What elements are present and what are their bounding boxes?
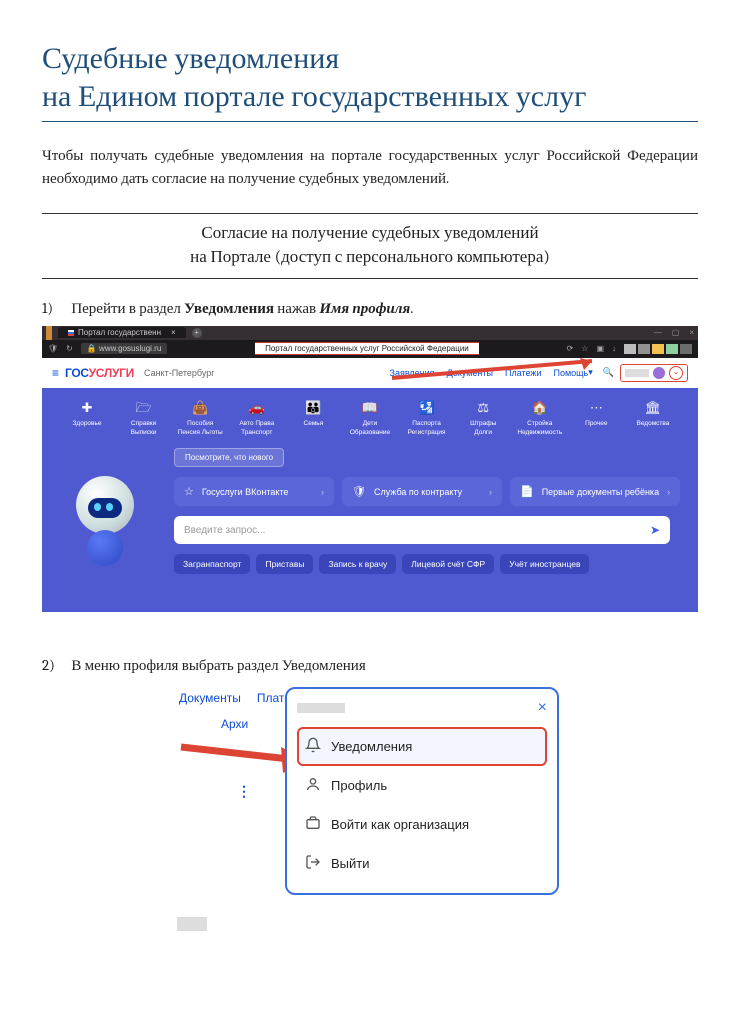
category-item[interactable]: 📖ДетиОбразование xyxy=(343,400,397,438)
search-input[interactable]: Введите запрос... ➤ xyxy=(174,516,670,544)
nav-link[interactable]: Платежи xyxy=(505,368,542,378)
quick-chip[interactable]: Приставы xyxy=(256,554,313,574)
category-item[interactable]: ✚Здоровье xyxy=(60,400,114,438)
more-icon[interactable]: ⋮ xyxy=(237,783,251,800)
menu-item-person[interactable]: Профиль xyxy=(297,766,547,805)
page-caption: Портал государственных услуг Российской … xyxy=(255,342,479,355)
category-item[interactable]: ⋯Прочее xyxy=(569,400,623,438)
site-logo[interactable]: ГОСУСЛУГИ xyxy=(65,366,134,380)
window-close-icon[interactable]: × xyxy=(689,328,694,337)
search-icon[interactable]: 🔍 xyxy=(603,367,614,378)
robot-mascot xyxy=(62,476,148,562)
person-icon xyxy=(305,776,321,795)
category-icon: 🚗 xyxy=(230,400,284,417)
profile-menu: × УведомленияПрофильВойти как организаци… xyxy=(285,687,559,895)
flag-icon xyxy=(68,330,74,336)
username-blur xyxy=(297,703,345,713)
category-item[interactable]: 🚗Авто ПраваТранспорт xyxy=(230,400,284,438)
browser-tab[interactable]: Портал государственн× xyxy=(58,327,186,338)
section-heading: Согласие на получение судебных уведомлен… xyxy=(42,213,698,279)
hamburger-icon[interactable]: ≡ xyxy=(52,366,59,380)
reload-icon[interactable]: ↻ xyxy=(66,344,73,353)
archive-link[interactable]: Архи xyxy=(221,717,248,731)
screenshot-2: ДокументыПлате Архи ⋮ × УведомленияПрофи… xyxy=(175,683,565,933)
step-1: 1) Перейти в раздел Уведомления нажав Им… xyxy=(42,299,698,318)
categories-row: ✚Здоровье🗁СправкиВыписки👜ПособияПенсия Л… xyxy=(42,388,698,442)
category-item[interactable]: 🗁СправкиВыписки xyxy=(117,400,171,438)
promo-card[interactable]: 📄Первые документы ребёнка› xyxy=(510,477,680,506)
step-2: 2) В меню профиля выбрать раздел Уведомл… xyxy=(42,656,698,675)
intro-paragraph: Чтобы получать судебные уведомления на п… xyxy=(42,144,698,189)
page-title: Судебные уведомления на Едином портале г… xyxy=(42,40,698,122)
new-tab-button[interactable]: + xyxy=(192,328,202,338)
card-icon: 🛡 xyxy=(352,485,366,498)
category-icon: 👜 xyxy=(173,400,227,417)
avatar-icon xyxy=(653,367,665,379)
category-item[interactable]: ⚖ШтрафыДолги xyxy=(456,400,510,438)
category-item[interactable]: 🏠СтройкаНедвижимость xyxy=(513,400,567,438)
quick-chip[interactable]: Лицевой счёт СФР xyxy=(402,554,494,574)
help-chevron-icon: ▾ xyxy=(588,367,593,378)
bell-icon xyxy=(305,737,321,756)
quick-chip[interactable]: Загранпаспорт xyxy=(174,554,250,574)
browser-titlebar: Портал государственн× + — ▢ × xyxy=(42,326,698,340)
close-icon[interactable]: × xyxy=(538,699,547,717)
site-header: ≡ ГОСУСЛУГИ Санкт-Петербург Заявления Док… xyxy=(42,358,698,388)
briefcase-icon xyxy=(305,815,321,834)
quick-chip[interactable]: Учёт иностранцев xyxy=(500,554,589,574)
menu-item-bell[interactable]: Уведомления xyxy=(297,727,547,766)
category-item[interactable]: 🛂ПаспортаРегистрация xyxy=(400,400,454,438)
menu-item-briefcase[interactable]: Войти как организация xyxy=(297,805,547,844)
chevron-down-icon: ⌄ xyxy=(669,366,683,380)
card-icon: 📄 xyxy=(520,485,534,498)
screenshot-1: Портал государственн× + — ▢ × 🛡 ↻ 🔒 www.… xyxy=(42,326,698,612)
browser-urlbar: 🛡 ↻ 🔒 www.gosuslugi.ru Портал государств… xyxy=(42,340,698,358)
promo-card[interactable]: ☆Госуслуги ВКонтакте› xyxy=(174,477,334,506)
profile-pill[interactable]: ⌄ xyxy=(620,364,688,382)
chevron-right-icon: › xyxy=(667,487,670,497)
chevron-right-icon: › xyxy=(321,487,324,497)
top-nav: Заявления Документы Платежи Помощь xyxy=(390,368,589,378)
nav-link[interactable]: Документы xyxy=(447,368,493,378)
window-minimize-icon[interactable]: — xyxy=(654,328,662,337)
chevron-right-icon: › xyxy=(489,487,492,497)
tab-link[interactable]: Документы xyxy=(179,691,241,705)
category-item[interactable]: 👜ПособияПенсия Льготы xyxy=(173,400,227,438)
category-icon: ✚ xyxy=(60,400,114,417)
exit-icon xyxy=(305,854,321,873)
nav-link[interactable]: Заявления xyxy=(390,368,435,378)
category-icon: 📖 xyxy=(343,400,397,417)
category-icon: ⚖ xyxy=(456,400,510,417)
category-icon: 🏛 xyxy=(626,400,680,417)
quick-chip[interactable]: Запись к врачу xyxy=(319,554,396,574)
category-icon: 🛂 xyxy=(400,400,454,417)
category-icon: 👪 xyxy=(286,400,340,417)
shield-icon: 🛡 xyxy=(48,344,58,353)
region-label[interactable]: Санкт-Петербург xyxy=(144,368,215,378)
window-maximize-icon[interactable]: ▢ xyxy=(672,328,680,337)
category-item[interactable]: 🏛Ведомства xyxy=(626,400,680,438)
address-field[interactable]: 🔒 www.gosuslugi.ru xyxy=(81,343,167,354)
menu-item-exit[interactable]: Выйти xyxy=(297,844,547,883)
send-icon[interactable]: ➤ xyxy=(650,523,660,537)
category-icon: ⋯ xyxy=(569,400,623,417)
promo-card[interactable]: 🛡Служба по контракту› xyxy=(342,477,502,506)
category-item[interactable]: 👪Семья xyxy=(286,400,340,438)
nav-link[interactable]: Помощь xyxy=(553,368,588,378)
card-icon: ☆ xyxy=(184,485,194,498)
category-icon: 🏠 xyxy=(513,400,567,417)
category-icon: 🗁 xyxy=(117,400,171,417)
whats-new-chip[interactable]: Посмотрите, что нового xyxy=(174,448,284,467)
